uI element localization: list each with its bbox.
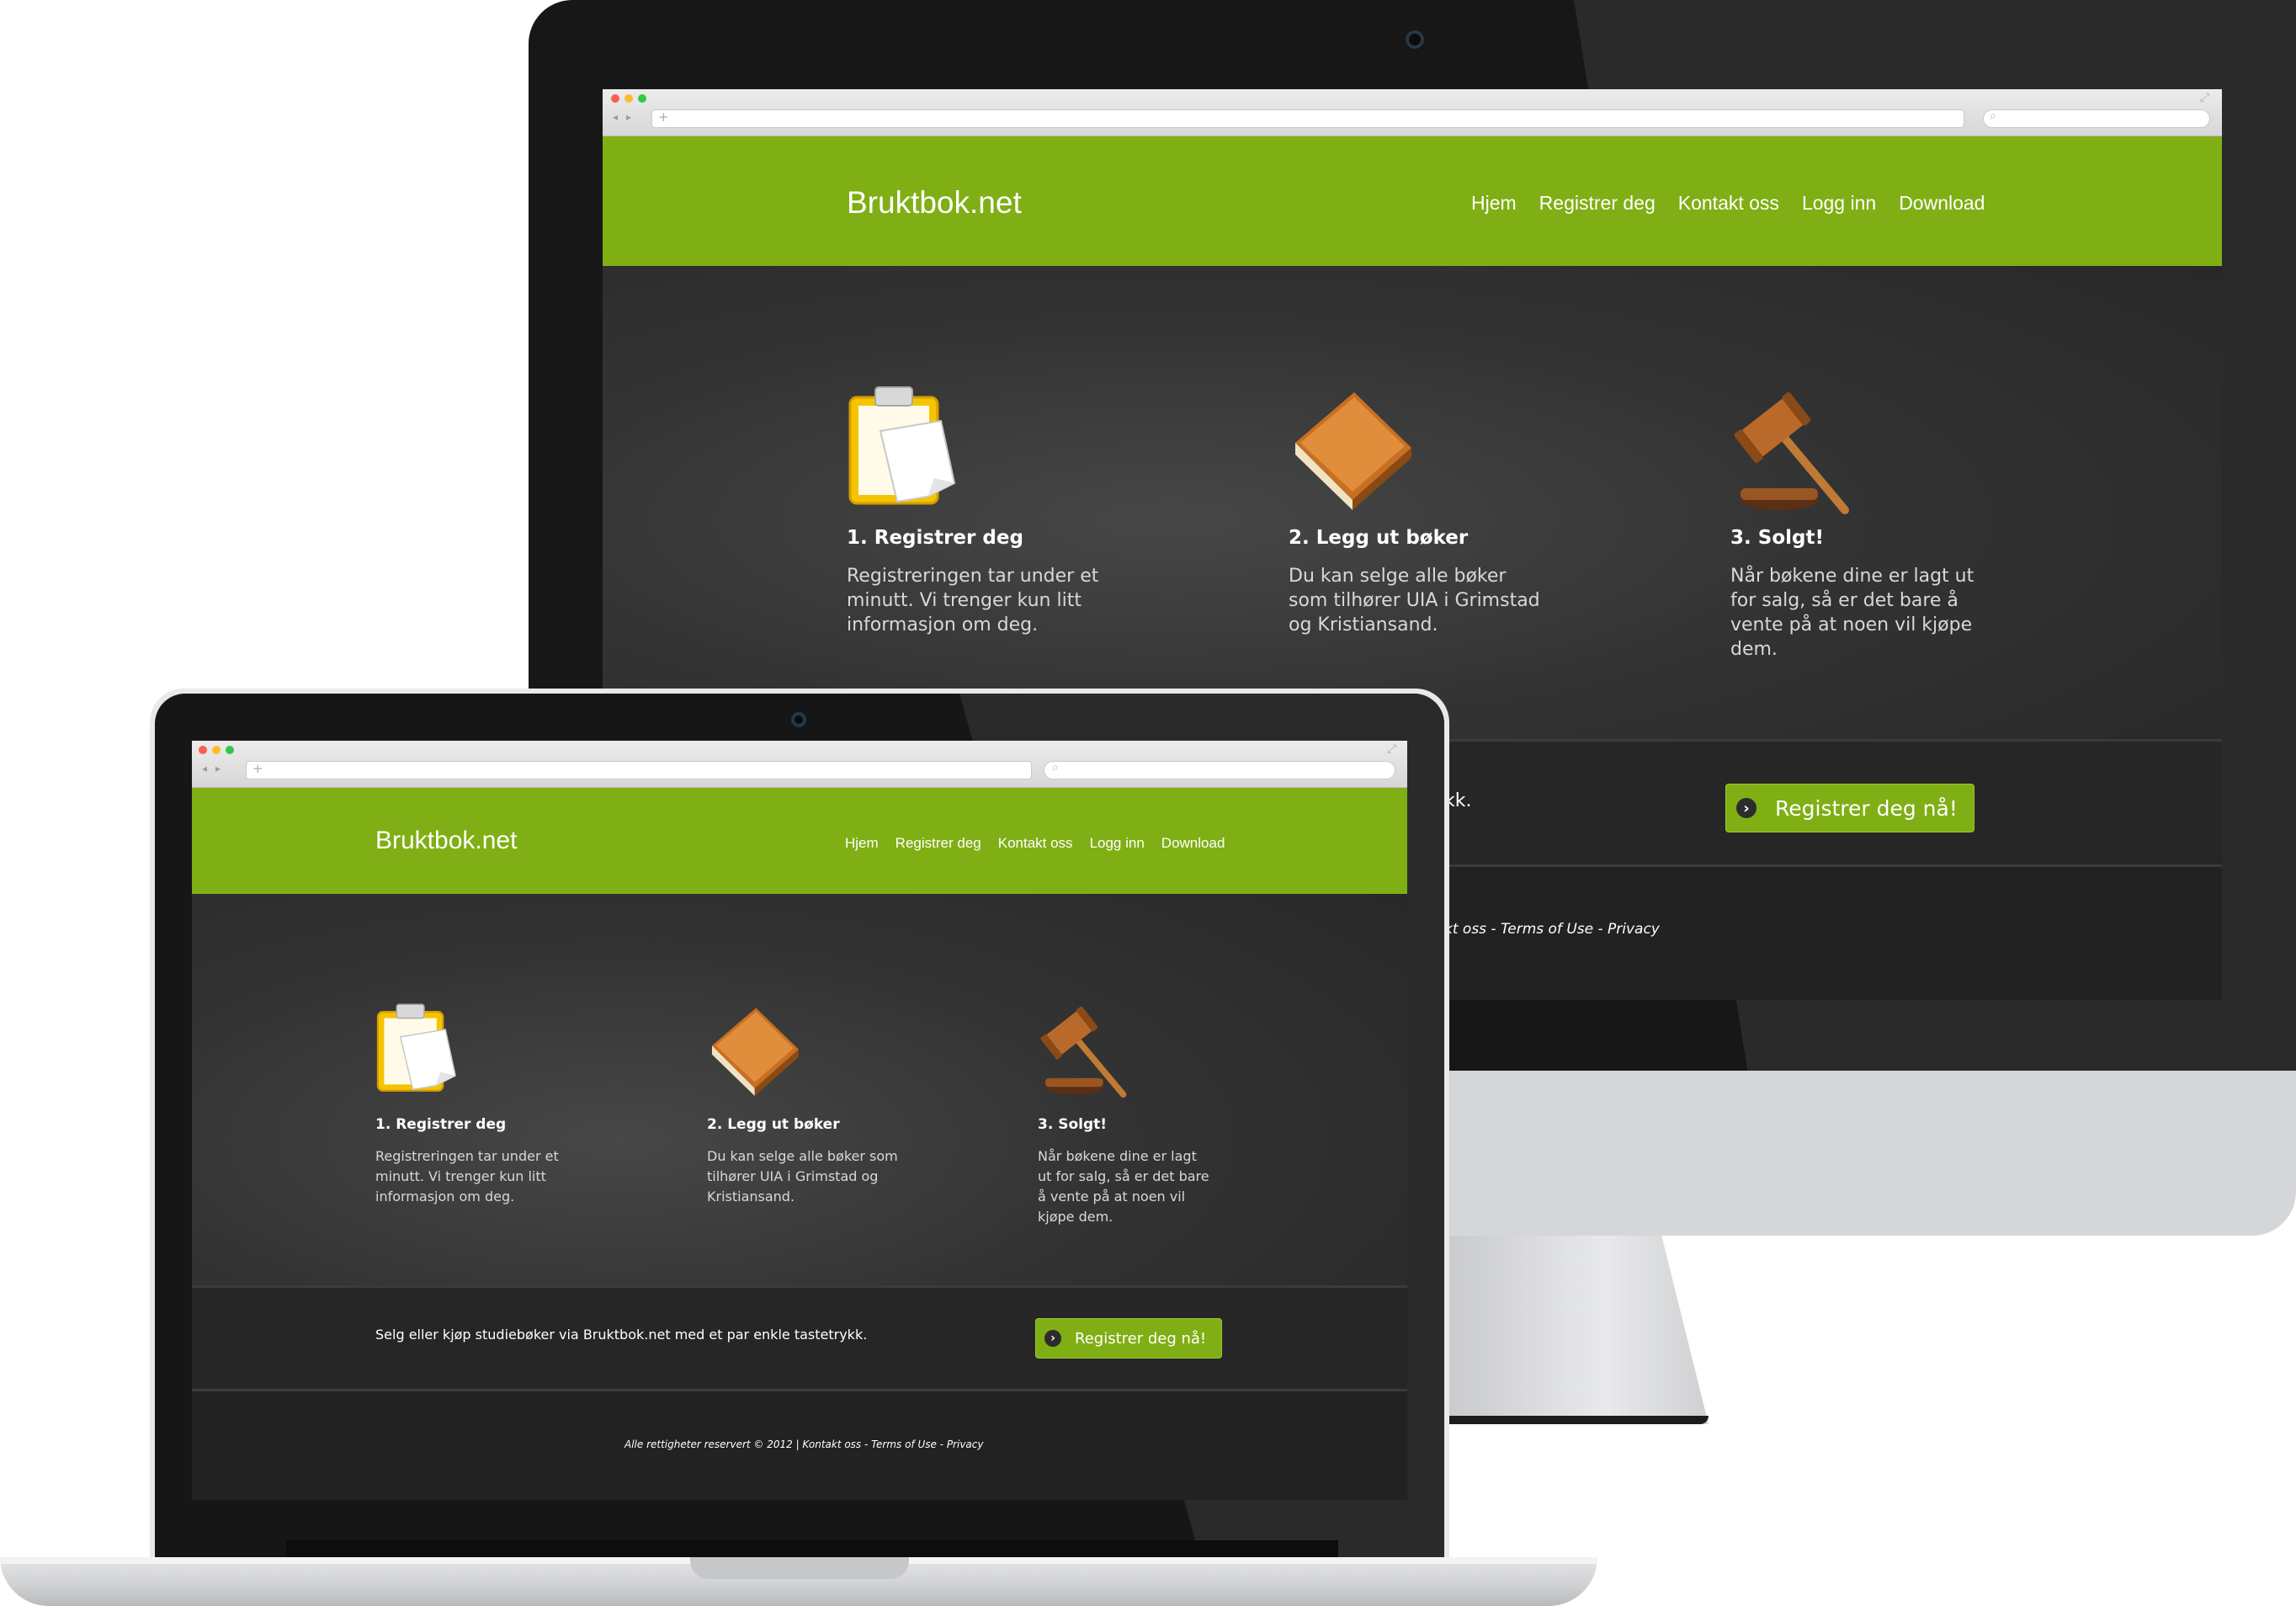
maximize-window-button[interactable]	[226, 746, 234, 754]
forward-arrow-icon[interactable]: ▸	[215, 763, 221, 774]
browser-search-field[interactable]	[1044, 761, 1395, 779]
feature-title: 3. Solgt!	[1038, 1116, 1108, 1133]
cta-section: Selg eller kjøp studiebøker via Bruktbok…	[192, 1285, 1407, 1391]
feature-text: Du kan selge alle bøker som tilhører UIA…	[707, 1148, 898, 1204]
browser-search-field[interactable]	[1983, 109, 2210, 128]
feature-title: 2. Legg ut bøker	[1289, 527, 1469, 549]
feature-title: 1. Registrer deg	[375, 1116, 507, 1133]
main-nav: Hjem Registrer deg Kontakt oss Logg inn …	[845, 835, 1225, 852]
window-controls	[199, 746, 234, 754]
nav-registrer-deg[interactable]: Registrer deg	[1539, 192, 1656, 215]
nav-logg-inn[interactable]: Logg inn	[1090, 835, 1145, 852]
nav-hjem[interactable]: Hjem	[1471, 192, 1517, 215]
register-now-button[interactable]: › Registrer deg nå!	[1035, 1318, 1222, 1359]
back-arrow-icon[interactable]: ◂	[613, 111, 618, 123]
macbook-camera	[791, 712, 806, 727]
feature-title: 2. Legg ut bøker	[707, 1116, 840, 1133]
window-controls	[611, 94, 646, 103]
new-tab-icon[interactable]: +	[252, 761, 263, 776]
clipboard-icon	[848, 386, 956, 505]
nav-logg-inn[interactable]: Logg inn	[1802, 192, 1876, 215]
site-logo[interactable]: Bruktbok.net	[847, 185, 1022, 221]
feature-text: Registreringen tar under et minutt. Vi t…	[375, 1148, 559, 1204]
gavel-icon	[1040, 1006, 1127, 1098]
feature-text: Du kan selge alle bøker som tilhører UIA…	[1289, 566, 1540, 635]
book-icon	[711, 1008, 800, 1096]
clipboard-icon	[376, 1003, 456, 1092]
fullscreen-icon[interactable]: ⤢	[2200, 91, 2209, 104]
gavel-icon	[1734, 392, 1849, 514]
arrow-right-icon: ›	[1044, 1330, 1061, 1347]
feature-text: Registreringen tar under et minutt. Vi t…	[847, 566, 1099, 635]
register-now-label: Registrer deg nå!	[1775, 795, 1958, 821]
close-window-button[interactable]	[611, 94, 619, 103]
book-icon	[1295, 392, 1411, 510]
site-header: Bruktbok.net Hjem Registrer deg Kontakt …	[603, 136, 2222, 266]
site-footer: Alle rettigheter reservert © 2012 | Kont…	[192, 1391, 1407, 1500]
imac-camera	[1406, 30, 1424, 49]
cta-text: Selg eller kjøp studiebøker via Bruktbok…	[375, 1327, 868, 1343]
browser-chrome: ◂ ▸ + ⌕ ⤢	[603, 89, 2222, 136]
site-logo[interactable]: Bruktbok.net	[375, 827, 517, 855]
macbook-opening-notch	[690, 1557, 909, 1579]
minimize-window-button[interactable]	[624, 94, 633, 103]
nav-kontakt-oss[interactable]: Kontakt oss	[998, 835, 1073, 852]
nav-download[interactable]: Download	[1161, 835, 1225, 852]
feature-title: 1. Registrer deg	[847, 527, 1023, 549]
address-bar[interactable]	[651, 109, 1964, 128]
feature-title: 3. Solgt!	[1730, 527, 1824, 549]
register-now-label: Registrer deg nå!	[1075, 1329, 1207, 1348]
address-bar[interactable]	[246, 761, 1032, 779]
register-now-button[interactable]: › Registrer deg nå!	[1725, 784, 1974, 832]
back-arrow-icon[interactable]: ◂	[202, 763, 207, 774]
main-nav: Hjem Registrer deg Kontakt oss Logg inn …	[1471, 192, 1985, 215]
forward-arrow-icon[interactable]: ▸	[626, 111, 631, 123]
new-tab-icon[interactable]: +	[658, 109, 669, 125]
nav-kontakt-oss[interactable]: Kontakt oss	[1678, 192, 1779, 215]
arrow-right-icon: ›	[1736, 798, 1757, 818]
nav-hjem[interactable]: Hjem	[845, 835, 879, 852]
search-icon: ⌕	[1990, 109, 1996, 123]
nav-registrer-deg[interactable]: Registrer deg	[896, 835, 981, 852]
imac-stand	[1448, 1236, 1709, 1424]
fullscreen-icon[interactable]: ⤢	[1387, 742, 1396, 756]
site-header: Bruktbok.net Hjem Registrer deg Kontakt …	[192, 788, 1407, 894]
minimize-window-button[interactable]	[212, 746, 221, 754]
nav-download[interactable]: Download	[1899, 192, 1985, 215]
macbook-screen: ◂ ▸ + ⌕ ⤢ Bruktbok.net Hjem Registrer de…	[192, 741, 1407, 1500]
feature-text: Når bøkene dine er lagt ut for salg, så …	[1038, 1148, 1209, 1225]
footer-text[interactable]: kt oss - Terms of Use - Privacy	[1444, 921, 1660, 938]
footer-text[interactable]: Alle rettigheter reservert © 2012 | Kont…	[624, 1438, 983, 1450]
close-window-button[interactable]	[199, 746, 207, 754]
macbook-hinge	[286, 1540, 1338, 1559]
maximize-window-button[interactable]	[638, 94, 646, 103]
search-icon: ⌕	[1052, 761, 1059, 774]
feature-text: Når bøkene dine er lagt ut for salg, så …	[1730, 566, 1974, 660]
browser-chrome: ◂ ▸ + ⌕ ⤢	[192, 741, 1407, 788]
